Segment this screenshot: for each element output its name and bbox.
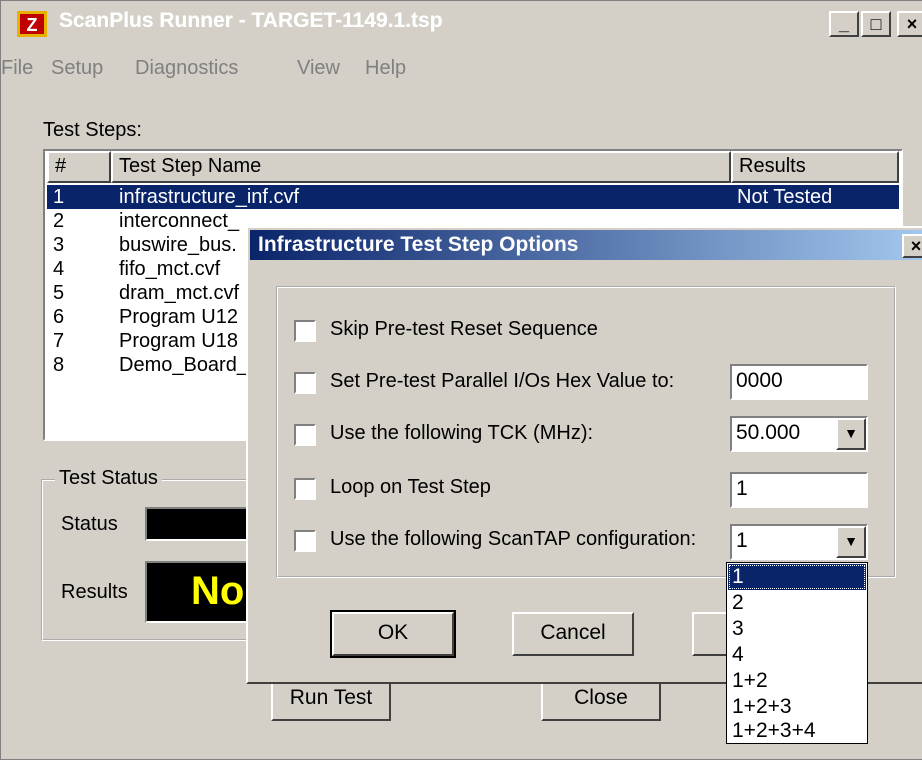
scantap-option[interactable]: 3 [728,616,866,642]
row-num: 2 [53,210,65,232]
loop-checkbox[interactable] [294,478,316,500]
menu-file[interactable]: File [1,57,33,80]
column-header-name[interactable]: Test Step Name [111,151,731,183]
tck-label[interactable]: Use the following TCK (MHz): [330,422,593,445]
row-name: Demo_Board_ [119,354,248,376]
svg-text:Z: Z [27,15,38,35]
scantap-select[interactable]: 1 ▼ [730,524,868,560]
parallel-io-label[interactable]: Set Pre-test Parallel I/Os Hex Value to: [330,370,674,393]
status-label: Status [61,513,118,535]
dialog-close-button[interactable]: × [902,234,922,258]
scantap-option[interactable]: 1 [728,564,866,590]
scantap-label[interactable]: Use the following ScanTAP configuration: [330,528,696,551]
results-value: No [191,569,245,613]
tck-value: 50.000 [736,421,801,444]
close-icon: × [910,236,922,256]
title-bar[interactable]: Z ScanPlus Runner - TARGET-1149.1.tsp _ … [3,3,922,39]
scantap-dropdown-list[interactable]: 1 2 3 4 1+2 1+2+3 1+2+3+4 [726,562,868,744]
row-num: 1 [53,186,65,208]
scantap-checkbox[interactable] [294,530,316,552]
results-display: No [145,561,255,623]
skip-reset-checkbox[interactable] [294,320,316,342]
tck-select[interactable]: 50.000 ▼ [730,416,868,452]
scantap-option[interactable]: 1+2 [728,668,866,694]
minimize-icon: _ [838,14,849,34]
row-num: 5 [53,282,65,304]
scantap-option[interactable]: 1+2+3+4 [728,718,866,744]
loop-input[interactable]: 1 [730,472,868,508]
column-header-num[interactable]: # [47,151,111,183]
menu-setup[interactable]: Setup [51,57,103,80]
row-num: 4 [53,258,65,280]
scantap-option[interactable]: 2 [728,590,866,616]
test-status-label: Test Status [55,467,162,490]
cancel-button[interactable]: Cancel [512,612,634,656]
column-header-results[interactable]: Results [731,151,899,183]
row-name: interconnect_ [119,210,240,232]
results-label: Results [61,581,128,603]
test-steps-label: Test Steps: [43,119,142,141]
tck-checkbox[interactable] [294,424,316,446]
maximize-icon: □ [870,14,882,34]
row-name: fifo_mct.cvf [119,258,221,280]
loop-label[interactable]: Loop on Test Step [330,476,491,499]
row-name: dram_mct.cvf [119,282,240,304]
row-name: Program U18 [119,330,238,352]
parallel-io-input[interactable]: 0000 [730,364,868,400]
scantap-option[interactable]: 4 [728,642,866,668]
window-title: ScanPlus Runner - TARGET-1149.1.tsp [59,9,443,32]
close-button[interactable]: × [897,11,922,37]
ok-button[interactable]: OK [330,610,456,658]
row-num: 3 [53,234,65,256]
row-num: 6 [53,306,65,328]
app-icon: Z [17,11,47,37]
row-num: 8 [53,354,65,376]
scantap-option[interactable]: 1+2+3 [728,694,866,720]
maximize-button[interactable]: □ [861,11,891,37]
row-name: Program U12 [119,306,238,328]
skip-reset-label[interactable]: Skip Pre-test Reset Sequence [330,318,598,341]
table-row[interactable]: 1 infrastructure_inf.cvf Not Tested [47,185,899,209]
status-indicator [145,507,255,541]
row-num: 7 [53,330,65,352]
menu-help[interactable]: Help [365,57,406,80]
minimize-button[interactable]: _ [829,11,859,37]
menu-diagnostics[interactable]: Diagnostics [135,57,238,80]
dialog-title: Infrastructure Test Step Options [258,233,579,256]
scantap-value: 1 [736,529,748,552]
row-name: buswire_bus. [119,234,237,256]
dialog-title-bar[interactable]: Infrastructure Test Step Options × [250,230,922,260]
menu-view[interactable]: View [297,57,340,80]
chevron-down-icon[interactable]: ▼ [836,418,866,450]
close-icon: × [906,14,918,34]
row-name: infrastructure_inf.cvf [119,186,300,208]
parallel-io-checkbox[interactable] [294,372,316,394]
chevron-down-icon[interactable]: ▼ [836,526,866,558]
row-result: Not Tested [737,186,833,208]
